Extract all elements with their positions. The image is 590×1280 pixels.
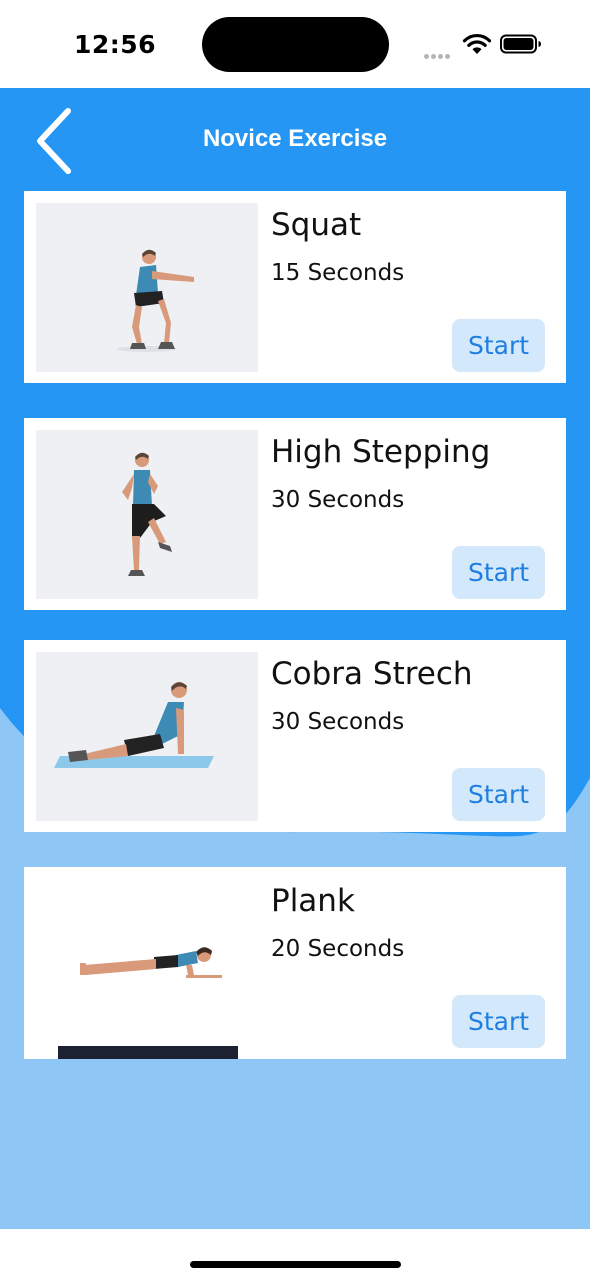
navigation-bar: Novice Exercise [0,88,590,190]
status-time: 12:56 [74,30,157,59]
plank-image [36,879,258,1059]
cobra-stretch-image [36,652,258,821]
exercise-duration: 30 Seconds [271,487,405,513]
start-button[interactable]: Start [452,319,545,372]
start-button[interactable]: Start [452,768,545,821]
exercise-name: Cobra Strech [271,656,473,692]
dynamic-island [202,17,389,72]
wifi-icon [462,33,492,54]
status-bar: 12:56 [0,0,590,88]
exercise-card-high-stepping[interactable]: High Stepping 30 Seconds Start [24,418,566,610]
battery-icon [500,34,541,54]
page-title: Novice Exercise [202,125,388,152]
signal-icon [424,46,454,59]
exercise-duration: 15 Seconds [271,260,405,286]
stock-watermark [58,1046,238,1059]
exercise-card-squat[interactable]: Squat 15 Seconds Start [24,191,566,383]
home-indicator[interactable] [190,1261,401,1268]
start-button[interactable]: Start [452,995,545,1048]
exercise-duration: 20 Seconds [271,936,405,962]
exercise-duration: 30 Seconds [271,709,405,735]
exercise-card-plank[interactable]: Plank 20 Seconds Start [24,867,566,1059]
exercise-card-cobra-strech[interactable]: Cobra Strech 30 Seconds Start [24,640,566,832]
squat-image [36,203,258,372]
start-button[interactable]: Start [452,546,545,599]
exercise-name: Plank [271,883,355,919]
high-stepping-image [36,430,258,599]
exercise-name: High Stepping [271,434,491,470]
exercise-name: Squat [271,207,362,243]
